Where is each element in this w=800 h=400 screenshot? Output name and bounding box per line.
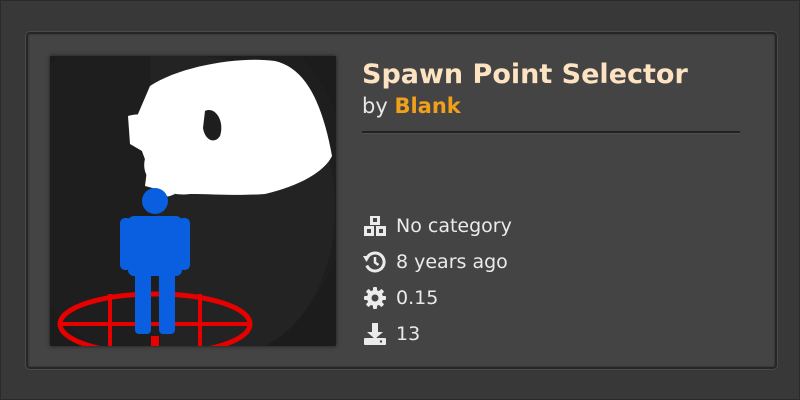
addon-info: Spawn Point Selector by Blank — [362, 58, 742, 134]
history-icon — [362, 250, 388, 274]
download-icon — [362, 322, 388, 346]
gear-icon — [362, 286, 388, 310]
meta-category: No category — [362, 208, 512, 244]
addon-byline: by Blank — [362, 92, 742, 120]
window-frame: Spawn Point Selector by Blank No categor… — [0, 0, 800, 400]
cubes-icon — [362, 214, 388, 238]
category-text: No category — [396, 215, 512, 237]
addon-thumbnail[interactable] — [50, 56, 336, 346]
thumbnail-illustration — [50, 56, 336, 346]
version-text: 0.15 — [396, 287, 439, 309]
updated-text: 8 years ago — [396, 251, 508, 273]
downloads-text: 13 — [396, 323, 421, 345]
addon-meta: No category 8 years ago 0.15 13 — [362, 208, 512, 352]
addon-card[interactable]: Spawn Point Selector by Blank No categor… — [26, 32, 777, 369]
meta-updated: 8 years ago — [362, 244, 512, 280]
title-divider — [362, 131, 740, 134]
addon-title[interactable]: Spawn Point Selector — [362, 58, 742, 92]
by-prefix: by — [362, 94, 388, 118]
meta-version: 0.15 — [362, 280, 512, 316]
author-link[interactable]: Blank — [394, 94, 460, 118]
meta-downloads: 13 — [362, 316, 512, 352]
